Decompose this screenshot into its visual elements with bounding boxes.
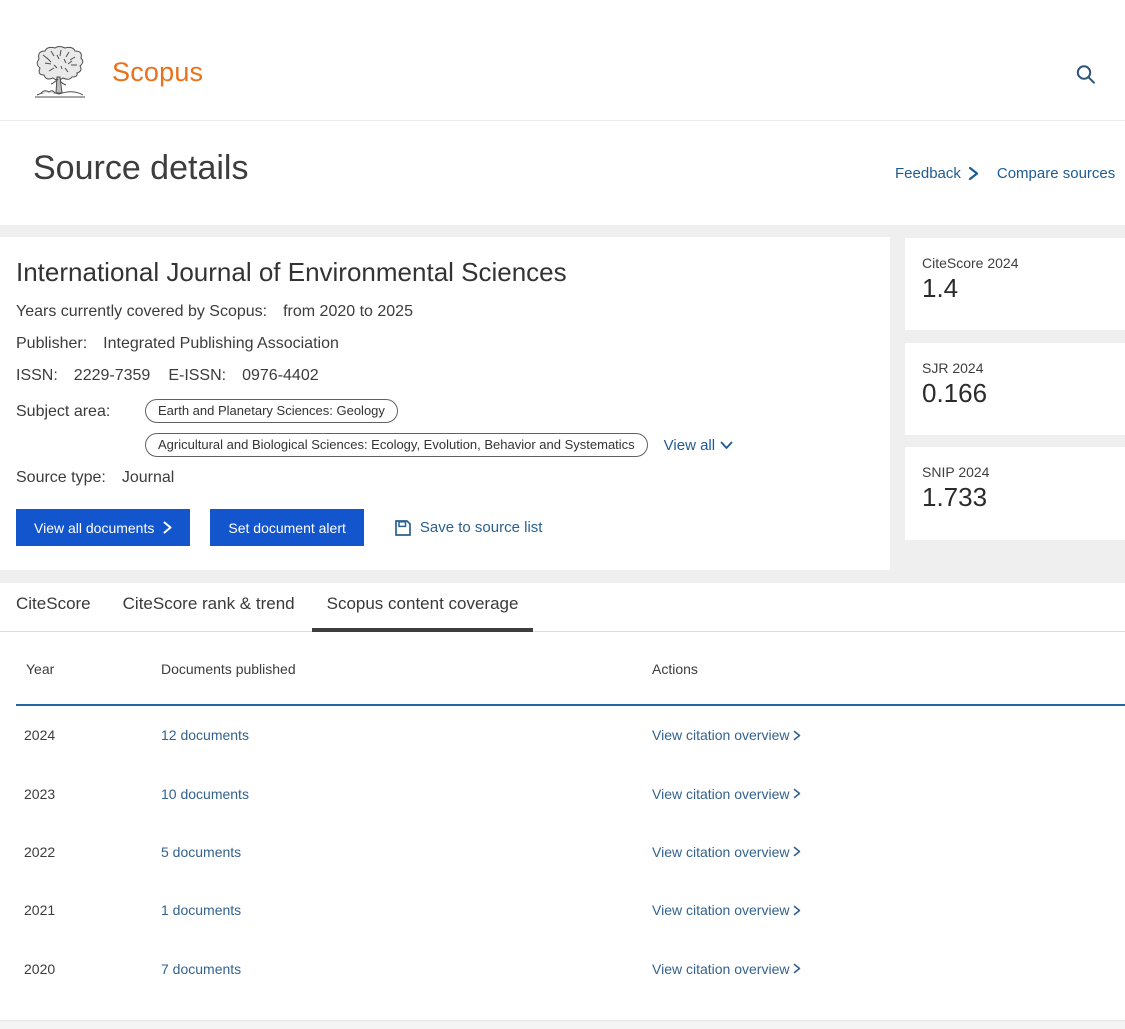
table-row-2024: 2024 12 documents View citation overview — [16, 706, 1125, 764]
view-citation-overview-label: View citation overview — [652, 727, 789, 743]
chevron-down-icon — [720, 441, 733, 450]
subject-pill-geology[interactable]: Earth and Planetary Sciences: Geology — [145, 399, 398, 423]
summary-band: International Journal of Environmental S… — [0, 225, 1125, 583]
page-head: Source details Feedback Compare sources — [0, 121, 1125, 225]
view-citation-overview-label: View citation overview — [652, 786, 789, 802]
table-header-row: Year Documents published Actions — [16, 633, 1125, 706]
feedback-link-label: Feedback — [895, 165, 961, 182]
year-cell: 2022 — [16, 844, 161, 860]
view-citation-overview-link[interactable]: View citation overview — [652, 902, 801, 918]
sjr-value: 0.166 — [922, 378, 1125, 409]
source-type-label: Source type: — [16, 469, 106, 486]
source-type-line: Source type: Journal — [16, 469, 890, 487]
chevron-right-icon — [793, 963, 801, 974]
year-cell: 2023 — [16, 786, 161, 802]
documents-link[interactable]: 5 documents — [161, 844, 241, 860]
source-type-value: Journal — [122, 469, 174, 486]
documents-link[interactable]: 1 documents — [161, 902, 241, 918]
column-header-actions: Actions — [652, 661, 698, 677]
compare-sources-link[interactable]: Compare sources — [997, 165, 1115, 182]
page-title: Source details — [33, 149, 248, 188]
chevron-right-icon — [968, 166, 979, 181]
action-buttons-row: View all documents Set document alert — [16, 509, 890, 546]
view-all-subjects-link[interactable]: View all — [664, 437, 733, 454]
source-summary-card: International Journal of Environmental S… — [0, 237, 890, 570]
view-all-documents-label: View all documents — [34, 520, 154, 536]
tab-citescore[interactable]: CiteScore — [1, 594, 106, 632]
search-icon[interactable] — [1074, 63, 1098, 87]
subject-area-row: Subject area: Earth and Planetary Scienc… — [16, 399, 890, 457]
feedback-link[interactable]: Feedback — [895, 165, 979, 182]
coverage-value: from 2020 to 2025 — [283, 303, 413, 320]
page-head-links: Feedback Compare sources — [895, 161, 1125, 185]
top-navigation-bar: Scopus — [0, 0, 1125, 121]
source-title: International Journal of Environmental S… — [16, 257, 890, 288]
year-cell: 2021 — [16, 902, 161, 918]
scopus-wordmark[interactable]: Scopus — [112, 57, 203, 88]
documents-link[interactable]: 7 documents — [161, 961, 241, 977]
view-citation-overview-label: View citation overview — [652, 961, 789, 977]
tabs-section: CiteScore CiteScore rank & trend Scopus … — [0, 583, 1125, 632]
save-to-source-list-link[interactable]: Save to source list — [394, 519, 543, 537]
snip-metric-card: SNIP 2024 1.733 — [905, 447, 1125, 540]
chevron-right-icon — [163, 521, 172, 534]
column-header-documents-published: Documents published — [161, 661, 652, 677]
view-citation-overview-link[interactable]: View citation overview — [652, 786, 801, 802]
eissn-label: E-ISSN: — [168, 367, 226, 384]
set-document-alert-label: Set document alert — [228, 520, 346, 536]
view-citation-overview-link[interactable]: View citation overview — [652, 727, 801, 743]
publisher-line: Publisher: Integrated Publishing Associat… — [16, 335, 890, 353]
issn-value: 2229-7359 — [74, 367, 151, 384]
sjr-metric-card: SJR 2024 0.166 — [905, 343, 1125, 435]
set-document-alert-button[interactable]: Set document alert — [210, 509, 364, 546]
elsevier-tree-logo-icon[interactable] — [33, 45, 87, 101]
view-citation-overview-link[interactable]: View citation overview — [652, 844, 801, 860]
tab-scopus-content-coverage[interactable]: Scopus content coverage — [312, 594, 534, 632]
view-citation-overview-link[interactable]: View citation overview — [652, 961, 801, 977]
floppy-disk-icon — [394, 519, 412, 537]
eissn-value: 0976-4402 — [242, 367, 319, 384]
table-row-2020: 2020 7 documents View citation overview — [16, 940, 1125, 998]
year-cell: 2024 — [16, 727, 161, 743]
view-all-documents-button[interactable]: View all documents — [16, 509, 190, 546]
view-citation-overview-label: View citation overview — [652, 902, 789, 918]
issn-line: ISSN: 2229-7359 E-ISSN: 0976-4402 — [16, 367, 890, 385]
table-row-2022: 2022 5 documents View citation overview — [16, 823, 1125, 881]
citescore-metric-card: CiteScore 2024 1.4 — [905, 238, 1125, 330]
documents-link[interactable]: 10 documents — [161, 786, 249, 802]
page-bottom-strip — [0, 1020, 1125, 1029]
publisher-value: Integrated Publishing Association — [103, 335, 339, 352]
coverage-line: Years currently covered by Scopus: from 2… — [16, 303, 890, 321]
subject-pill-agricultural[interactable]: Agricultural and Biological Sciences: Ec… — [145, 433, 648, 457]
table-row-2023: 2023 10 documents View citation overview — [16, 764, 1125, 822]
scopus-source-details-page: Scopus Source details Feedback Compare s… — [0, 0, 1125, 1029]
subject-area-label: Subject area: — [16, 399, 145, 457]
table-row-2021: 2021 1 documents View citation overview — [16, 881, 1125, 939]
column-header-year: Year — [16, 661, 161, 677]
snip-label: SNIP 2024 — [922, 464, 1125, 480]
coverage-label: Years currently covered by Scopus: — [16, 303, 267, 320]
chevron-right-icon — [793, 846, 801, 857]
snip-value: 1.733 — [922, 482, 1125, 513]
publisher-label: Publisher: — [16, 335, 87, 352]
documents-link[interactable]: 12 documents — [161, 727, 249, 743]
view-citation-overview-label: View citation overview — [652, 844, 789, 860]
tab-citescore-rank-trend[interactable]: CiteScore rank & trend — [108, 594, 310, 632]
issn-label: ISSN: — [16, 367, 58, 384]
save-to-source-list-label: Save to source list — [420, 519, 543, 536]
documents-published-table: Year Documents published Actions 2024 12… — [0, 633, 1125, 998]
year-cell: 2020 — [16, 961, 161, 977]
citescore-label: CiteScore 2024 — [922, 255, 1125, 271]
compare-sources-label: Compare sources — [997, 165, 1115, 182]
chevron-right-icon — [793, 788, 801, 799]
view-all-label: View all — [664, 437, 715, 454]
chevron-right-icon — [793, 730, 801, 741]
chevron-right-icon — [793, 905, 801, 916]
citescore-value: 1.4 — [922, 273, 1125, 304]
sjr-label: SJR 2024 — [922, 360, 1125, 376]
